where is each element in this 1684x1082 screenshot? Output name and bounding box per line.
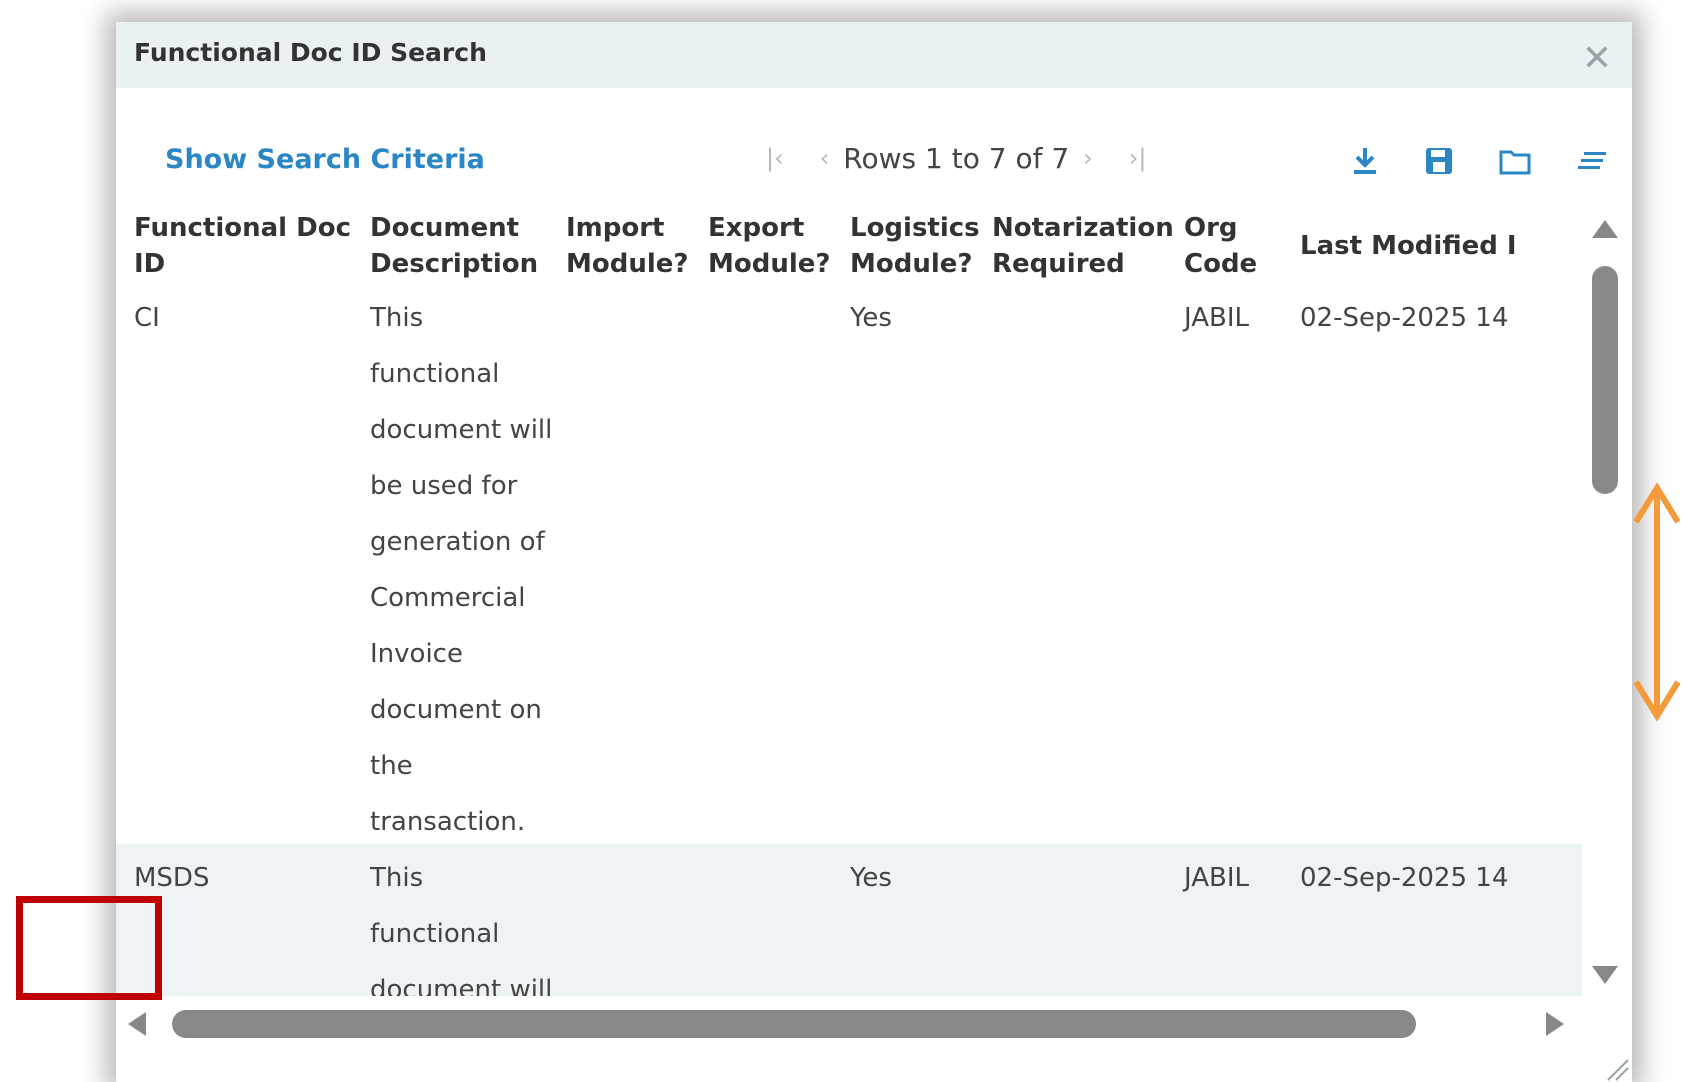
horizontal-scrollbar[interactable] xyxy=(116,996,1582,1052)
highlight-box-annotation xyxy=(16,896,162,1000)
close-icon[interactable]: ✕ xyxy=(1580,41,1614,77)
header-logistics-module[interactable]: Logistics Module? xyxy=(850,210,980,282)
cell-logistics-module: Yes xyxy=(850,863,892,893)
toolbar: Show Search Criteria |‹ ‹ Rows 1 to 7 of… xyxy=(116,88,1632,206)
header-notarization-required[interactable]: Notarization Required xyxy=(992,210,1174,282)
pager: |‹ ‹ Rows 1 to 7 of 7 › ›| xyxy=(766,138,1146,178)
download-icon[interactable] xyxy=(1348,144,1382,178)
show-search-criteria-link[interactable]: Show Search Criteria xyxy=(165,144,485,175)
last-page-icon[interactable]: ›| xyxy=(1129,144,1147,172)
header-document-description[interactable]: Document Description xyxy=(370,210,538,282)
prev-page-icon[interactable]: ‹ xyxy=(820,144,830,172)
cell-last-modified: 02-Sep-2025 14 xyxy=(1300,303,1509,333)
cell-org-code: JABIL xyxy=(1184,303,1249,333)
table-row[interactable]: MSDS This functional document will Yes J… xyxy=(116,844,1582,996)
folder-icon[interactable] xyxy=(1498,144,1532,178)
header-org-code[interactable]: Org Code xyxy=(1184,210,1257,282)
grid-header: Functional Doc ID Document Description Imp… xyxy=(116,206,1582,284)
cell-document-description: This functional document will xyxy=(370,863,553,996)
horizontal-scroll-thumb[interactable] xyxy=(172,1010,1416,1038)
dialog-title: Functional Doc ID Search xyxy=(134,38,487,67)
table-row[interactable]: CI This functional document will be used… xyxy=(116,284,1582,844)
resize-grip-icon[interactable] xyxy=(1600,1052,1630,1082)
cell-document-description: This functional document will be used fo… xyxy=(370,303,553,837)
scroll-right-icon[interactable] xyxy=(1546,1012,1564,1036)
header-import-module[interactable]: Import Module? xyxy=(566,210,688,282)
header-last-modified[interactable]: Last Modified I xyxy=(1300,228,1517,264)
save-icon[interactable] xyxy=(1422,144,1456,178)
header-functional-doc-id[interactable]: Functional Doc ID xyxy=(134,210,351,282)
next-page-icon[interactable]: › xyxy=(1083,144,1093,172)
rows-count-text: Rows 1 to 7 of 7 xyxy=(843,141,1070,175)
cell-logistics-module: Yes xyxy=(850,303,892,333)
header-export-module[interactable]: Export Module? xyxy=(708,210,830,282)
first-page-icon[interactable]: |‹ xyxy=(766,144,784,172)
results-grid: Functional Doc ID Document Description Imp… xyxy=(116,206,1582,996)
vertical-scroll-thumb[interactable] xyxy=(1592,266,1618,494)
double-arrow-annotation-icon xyxy=(1633,482,1681,722)
vertical-scrollbar[interactable] xyxy=(1582,206,1630,996)
cell-functional-doc-id: CI xyxy=(134,303,160,333)
dialog-titlebar: Functional Doc ID Search ✕ xyxy=(116,22,1632,88)
scroll-up-icon[interactable] xyxy=(1592,220,1618,238)
scroll-left-icon[interactable] xyxy=(128,1012,146,1036)
scroll-down-icon[interactable] xyxy=(1592,966,1618,984)
functional-doc-id-search-dialog: Functional Doc ID Search ✕ Show Search C… xyxy=(116,22,1632,1082)
columns-icon[interactable] xyxy=(1576,144,1610,178)
cell-org-code: JABIL xyxy=(1184,863,1249,893)
cell-last-modified: 02-Sep-2025 14 xyxy=(1300,863,1509,893)
